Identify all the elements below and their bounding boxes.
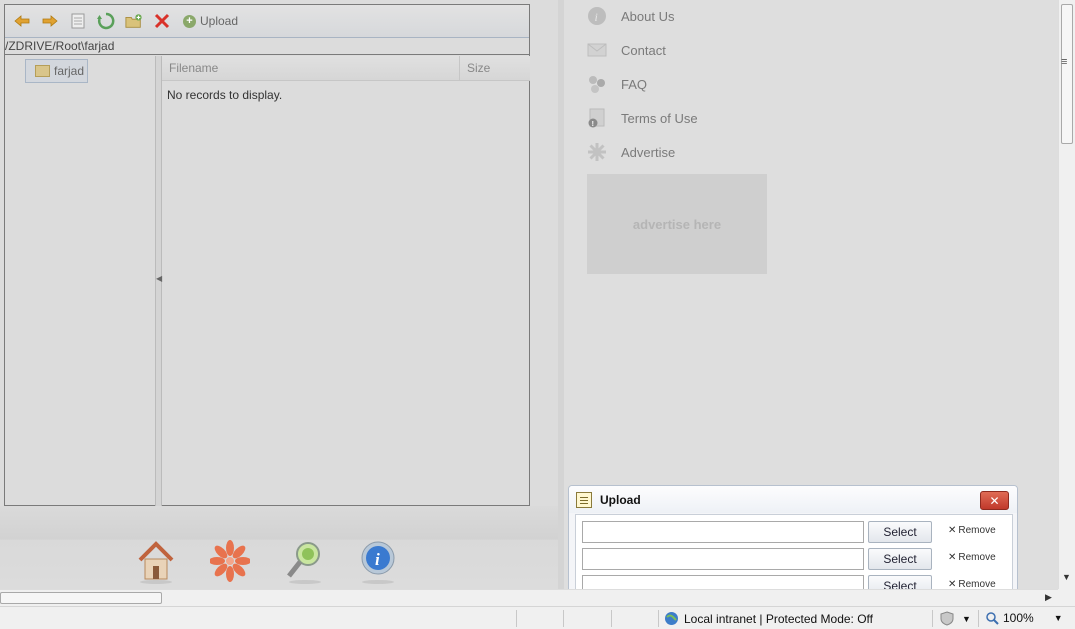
select-button[interactable]: Select [868, 548, 932, 570]
sidebar-link-contact[interactable]: Contact [586, 38, 786, 62]
sidebar-link-label: Advertise [621, 144, 676, 160]
sidebar-link-label: Terms of Use [621, 110, 698, 126]
scroll-right-arrow-icon[interactable]: ▶ [1045, 592, 1052, 603]
upload-dialog-title: Upload [600, 492, 641, 507]
gear-flower-icon[interactable] [209, 540, 251, 584]
security-zone-text: Local intranet | Protected Mode: Off [684, 611, 873, 626]
new-folder-icon[interactable] [125, 12, 143, 30]
back-arrow-icon[interactable] [13, 12, 31, 30]
current-path: /ZDRIVE/Root\farjad [5, 38, 529, 55]
zoom-dropdown-icon[interactable]: ▼ [1054, 613, 1063, 623]
info-icon: i [586, 6, 607, 27]
notepad-icon [576, 491, 592, 508]
sidebar-link-faq[interactable]: FAQ [586, 72, 786, 96]
faq-icon [586, 74, 607, 95]
browser-viewport: + Upload /ZDRIVE/Root\farjad farjad ◀ Fi… [0, 0, 1058, 589]
remove-label: Remove [958, 579, 996, 589]
sidebar-link-label: Contact [621, 42, 666, 58]
protected-mode-button[interactable]: ▼ [940, 611, 971, 626]
dropdown-arrow-icon[interactable]: ▼ [962, 614, 971, 624]
folder-tree: farjad [5, 56, 156, 506]
horizontal-scrollbar[interactable]: ▶ [0, 589, 1058, 606]
sidebar-link-about-us[interactable]: i About Us [586, 4, 786, 28]
status-bar: Local intranet | Protected Mode: Off ▼ 1… [0, 606, 1075, 629]
status-separator [932, 610, 933, 627]
footer-band [0, 506, 558, 589]
horizontal-scroll-thumb[interactable] [0, 592, 162, 604]
select-button[interactable]: Select [868, 575, 932, 589]
sidebar-link-label: About Us [621, 8, 675, 24]
file-manager-toolbar: + Upload [5, 5, 529, 38]
remove-label: Remove [958, 525, 996, 536]
upload-dialog-body: Select ✕ Remove Select ✕ Remove Select ✕ Re… [575, 514, 1013, 589]
column-header-size[interactable]: Size [460, 56, 490, 80]
vertical-scrollbar[interactable]: ≡ ▼ [1058, 0, 1075, 589]
remove-button[interactable]: ✕ Remove [948, 579, 996, 589]
svg-text:!: ! [591, 121, 593, 128]
file-grid: Filename Size No records to display. [162, 56, 530, 506]
globe-icon [665, 612, 678, 625]
tree-node-farjad[interactable]: farjad [25, 59, 88, 83]
upload-row: Select ✕ Remove [582, 521, 1002, 543]
status-separator [563, 610, 564, 627]
column-header-filename[interactable]: Filename [162, 56, 460, 80]
upload-button[interactable]: + Upload [183, 14, 238, 28]
status-separator [658, 610, 659, 627]
zoom-icon [986, 611, 999, 625]
svg-text:i: i [375, 550, 380, 569]
empty-grid-message: No records to display. [167, 88, 283, 102]
sidebar-link-terms-of-use[interactable]: ! Terms of Use [586, 106, 786, 130]
forward-arrow-icon[interactable] [41, 12, 59, 30]
status-separator [978, 610, 979, 627]
close-button[interactable]: ✕ [980, 491, 1009, 510]
refresh-icon[interactable] [97, 12, 115, 30]
remove-label: Remove [958, 552, 996, 563]
scroll-down-arrow-icon[interactable]: ▼ [1062, 572, 1071, 582]
remove-button[interactable]: ✕ Remove [948, 525, 996, 536]
file-path-input[interactable] [582, 548, 864, 570]
remove-x-icon: ✕ [948, 579, 957, 589]
select-button[interactable]: Select [868, 521, 932, 543]
delete-icon[interactable] [153, 12, 171, 30]
sidebar-link-advertise[interactable]: Advertise [586, 140, 786, 164]
upload-dialog-titlebar[interactable]: Upload [569, 486, 1017, 513]
security-zone[interactable]: Local intranet | Protected Mode: Off [664, 611, 873, 626]
upload-button-label: Upload [200, 14, 239, 28]
zoom-level: 100% [1003, 611, 1034, 625]
status-separator [611, 610, 612, 627]
zoom-control[interactable]: 100% ▼ [986, 611, 1063, 625]
tree-node-label: farjad [54, 64, 85, 78]
sidebar-link-label: FAQ [621, 76, 648, 92]
terms-icon: ! [586, 108, 607, 129]
info-icon[interactable]: i [358, 540, 398, 584]
properties-icon[interactable] [69, 12, 87, 30]
advertise-icon [586, 142, 607, 163]
file-manager: + Upload /ZDRIVE/Root\farjad farjad ◀ Fi… [4, 4, 530, 506]
remove-x-icon: ✕ [948, 525, 957, 536]
file-path-input[interactable] [582, 521, 864, 543]
close-icon: ✕ [989, 493, 1000, 508]
grid-header: Filename Size [162, 56, 530, 81]
upload-row: Select ✕ Remove [582, 548, 1002, 570]
scrollbar-corner [1058, 589, 1075, 606]
lock-shield-icon [940, 611, 954, 626]
advertise-box[interactable]: advertise here [587, 174, 767, 274]
folder-icon [35, 65, 50, 77]
magnifier-icon[interactable] [285, 540, 325, 584]
page-left-area: + Upload /ZDRIVE/Root\farjad farjad ◀ Fi… [0, 0, 558, 589]
upload-dialog: Upload ✕ Select ✕ Remove Select ✕ Remove S… [568, 485, 1018, 589]
remove-button[interactable]: ✕ Remove [948, 552, 996, 563]
scroll-grip-icon: ≡ [1061, 56, 1068, 68]
upload-row: Select ✕ Remove [582, 575, 1002, 589]
envelope-icon [586, 40, 607, 61]
file-path-input[interactable] [582, 575, 864, 589]
home-icon[interactable] [136, 540, 176, 584]
status-separator [516, 610, 517, 627]
remove-x-icon: ✕ [948, 552, 957, 563]
svg-text:i: i [594, 10, 597, 24]
vertical-scroll-thumb[interactable] [1061, 4, 1073, 144]
plus-icon: + [183, 14, 196, 28]
